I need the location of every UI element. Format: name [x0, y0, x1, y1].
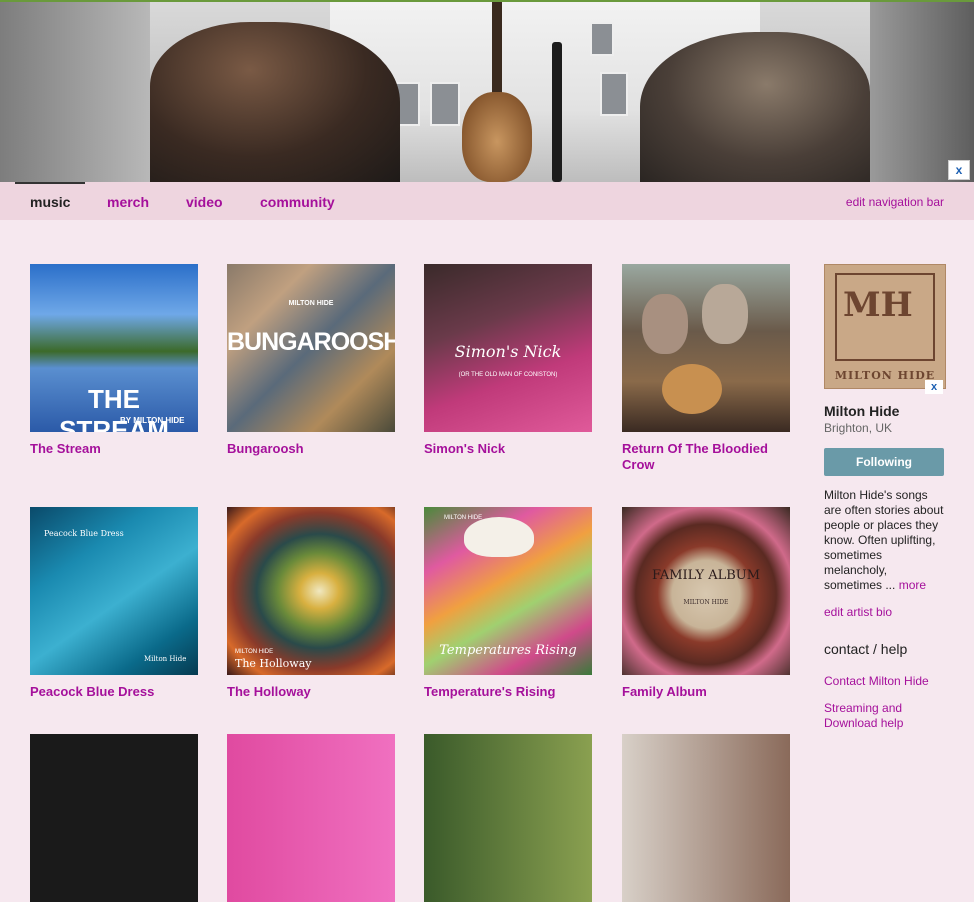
- album-title[interactable]: The Stream: [30, 441, 198, 457]
- banner-close-button[interactable]: x: [948, 160, 970, 180]
- album-item[interactable]: Return Of The Bloodied Crow: [622, 264, 790, 473]
- active-tab-indicator: [15, 182, 85, 184]
- cover-subtitle: (OR THE OLD MAN OF CONISTON): [458, 372, 558, 378]
- cover-title: Simon's Nick: [454, 342, 562, 361]
- following-button[interactable]: Following: [824, 448, 944, 476]
- artist-bio: Milton Hide's songs are often stories ab…: [824, 488, 944, 593]
- album-cover[interactable]: [622, 264, 790, 432]
- album-item[interactable]: Peacock Blue Dress Milton Hide Peacock B…: [30, 507, 198, 700]
- musician-left: [150, 22, 400, 182]
- album-item[interactable]: MILTON HIDE BUNGAROOSH Bungaroosh: [227, 264, 395, 457]
- album-title[interactable]: Bungaroosh: [227, 441, 395, 457]
- tab-community[interactable]: community: [260, 194, 335, 210]
- artist-location: Brighton, UK: [824, 421, 893, 435]
- album-item[interactable]: Simon's Nick (OR THE OLD MAN OF CONISTON…: [424, 264, 592, 457]
- artist-logo-image[interactable]: MH MILTON HIDE x: [824, 264, 946, 394]
- cover-subtitle: Milton Hide: [144, 655, 187, 663]
- edit-navigation-bar-link[interactable]: edit navigation bar: [846, 195, 944, 209]
- cover-subtitle: MILTON HIDE: [235, 649, 274, 655]
- tab-video[interactable]: video: [186, 194, 223, 210]
- clarinet: [552, 42, 562, 182]
- musician-right: [640, 32, 870, 182]
- album-title[interactable]: Peacock Blue Dress: [30, 684, 198, 700]
- album-cover[interactable]: [30, 734, 198, 902]
- artist-sidebar: MH MILTON HIDE x Milton Hide Brighton, U…: [824, 264, 954, 731]
- album-item[interactable]: MILTON HIDE The Holloway The Holloway: [227, 507, 395, 700]
- album-item[interactable]: FAMILY ALBUM MILTON HIDE Family Album: [622, 507, 790, 700]
- album-cover[interactable]: MILTON HIDE The Holloway: [227, 507, 395, 675]
- cover-subtitle: MILTON HIDE: [444, 515, 483, 521]
- album-cover[interactable]: [622, 734, 790, 902]
- album-cover[interactable]: FAMILY ALBUM MILTON HIDE: [622, 507, 790, 675]
- album-cover[interactable]: MILTON HIDE BUNGAROOSH: [227, 264, 395, 432]
- cover-subtitle: MILTON HIDE: [683, 599, 729, 606]
- album-cover[interactable]: Simon's Nick (OR THE OLD MAN OF CONISTON…: [424, 264, 592, 432]
- bio-more-link[interactable]: more: [899, 578, 926, 592]
- album-cover[interactable]: [424, 734, 592, 902]
- cover-title: Peacock Blue Dress: [44, 529, 124, 538]
- cover-title: The Holloway: [235, 657, 312, 670]
- guitar: [462, 92, 532, 182]
- album-title[interactable]: Simon's Nick: [424, 441, 592, 457]
- album-cover[interactable]: MILTON HIDE Temperatures Rising: [424, 507, 592, 675]
- artist-name: Milton Hide: [824, 403, 900, 419]
- album-item[interactable]: [424, 734, 592, 902]
- cover-subtitle: MILTON HIDE: [288, 300, 334, 307]
- artist-image-close-button[interactable]: x: [925, 380, 943, 394]
- album-item[interactable]: MILTON HIDE Temperatures Rising Temperat…: [424, 507, 592, 700]
- album-cover[interactable]: [227, 734, 395, 902]
- cover-subtitle: BY MILTON HIDE: [120, 416, 185, 425]
- tab-merch[interactable]: merch: [107, 194, 149, 210]
- album-title[interactable]: Temperature's Rising: [424, 684, 592, 700]
- streaming-download-help-link[interactable]: Streaming and Download help: [824, 701, 954, 731]
- album-item[interactable]: [622, 734, 790, 902]
- album-item[interactable]: [227, 734, 395, 902]
- bird-illustration: [464, 517, 534, 557]
- album-item[interactable]: [30, 734, 198, 902]
- contact-artist-link[interactable]: Contact Milton Hide: [824, 674, 954, 689]
- cover-title: Temperatures Rising: [439, 643, 577, 658]
- album-title[interactable]: The Holloway: [227, 684, 395, 700]
- album-cover[interactable]: Peacock Blue Dress Milton Hide: [30, 507, 198, 675]
- album-title[interactable]: Family Album: [622, 684, 790, 700]
- contact-help-heading: contact / help: [824, 641, 908, 657]
- tab-music[interactable]: music: [30, 194, 70, 210]
- logo-monogram: MH: [843, 285, 913, 325]
- cover-title: FAMILY ALBUM: [651, 568, 761, 583]
- artist-logo-mark: MH: [835, 273, 935, 361]
- album-item[interactable]: THE STREAM BY MILTON HIDE The Stream: [30, 264, 198, 457]
- artist-bio-text: Milton Hide's songs are often stories ab…: [824, 488, 944, 592]
- edit-artist-bio-link[interactable]: edit artist bio: [824, 605, 954, 619]
- cover-title: BUNGAROOSH: [227, 328, 395, 356]
- navigation-bar: music merch video community edit navigat…: [0, 182, 974, 220]
- album-title[interactable]: Return Of The Bloodied Crow: [622, 441, 790, 473]
- header-banner-image: x: [0, 2, 974, 182]
- album-cover[interactable]: THE STREAM BY MILTON HIDE: [30, 264, 198, 432]
